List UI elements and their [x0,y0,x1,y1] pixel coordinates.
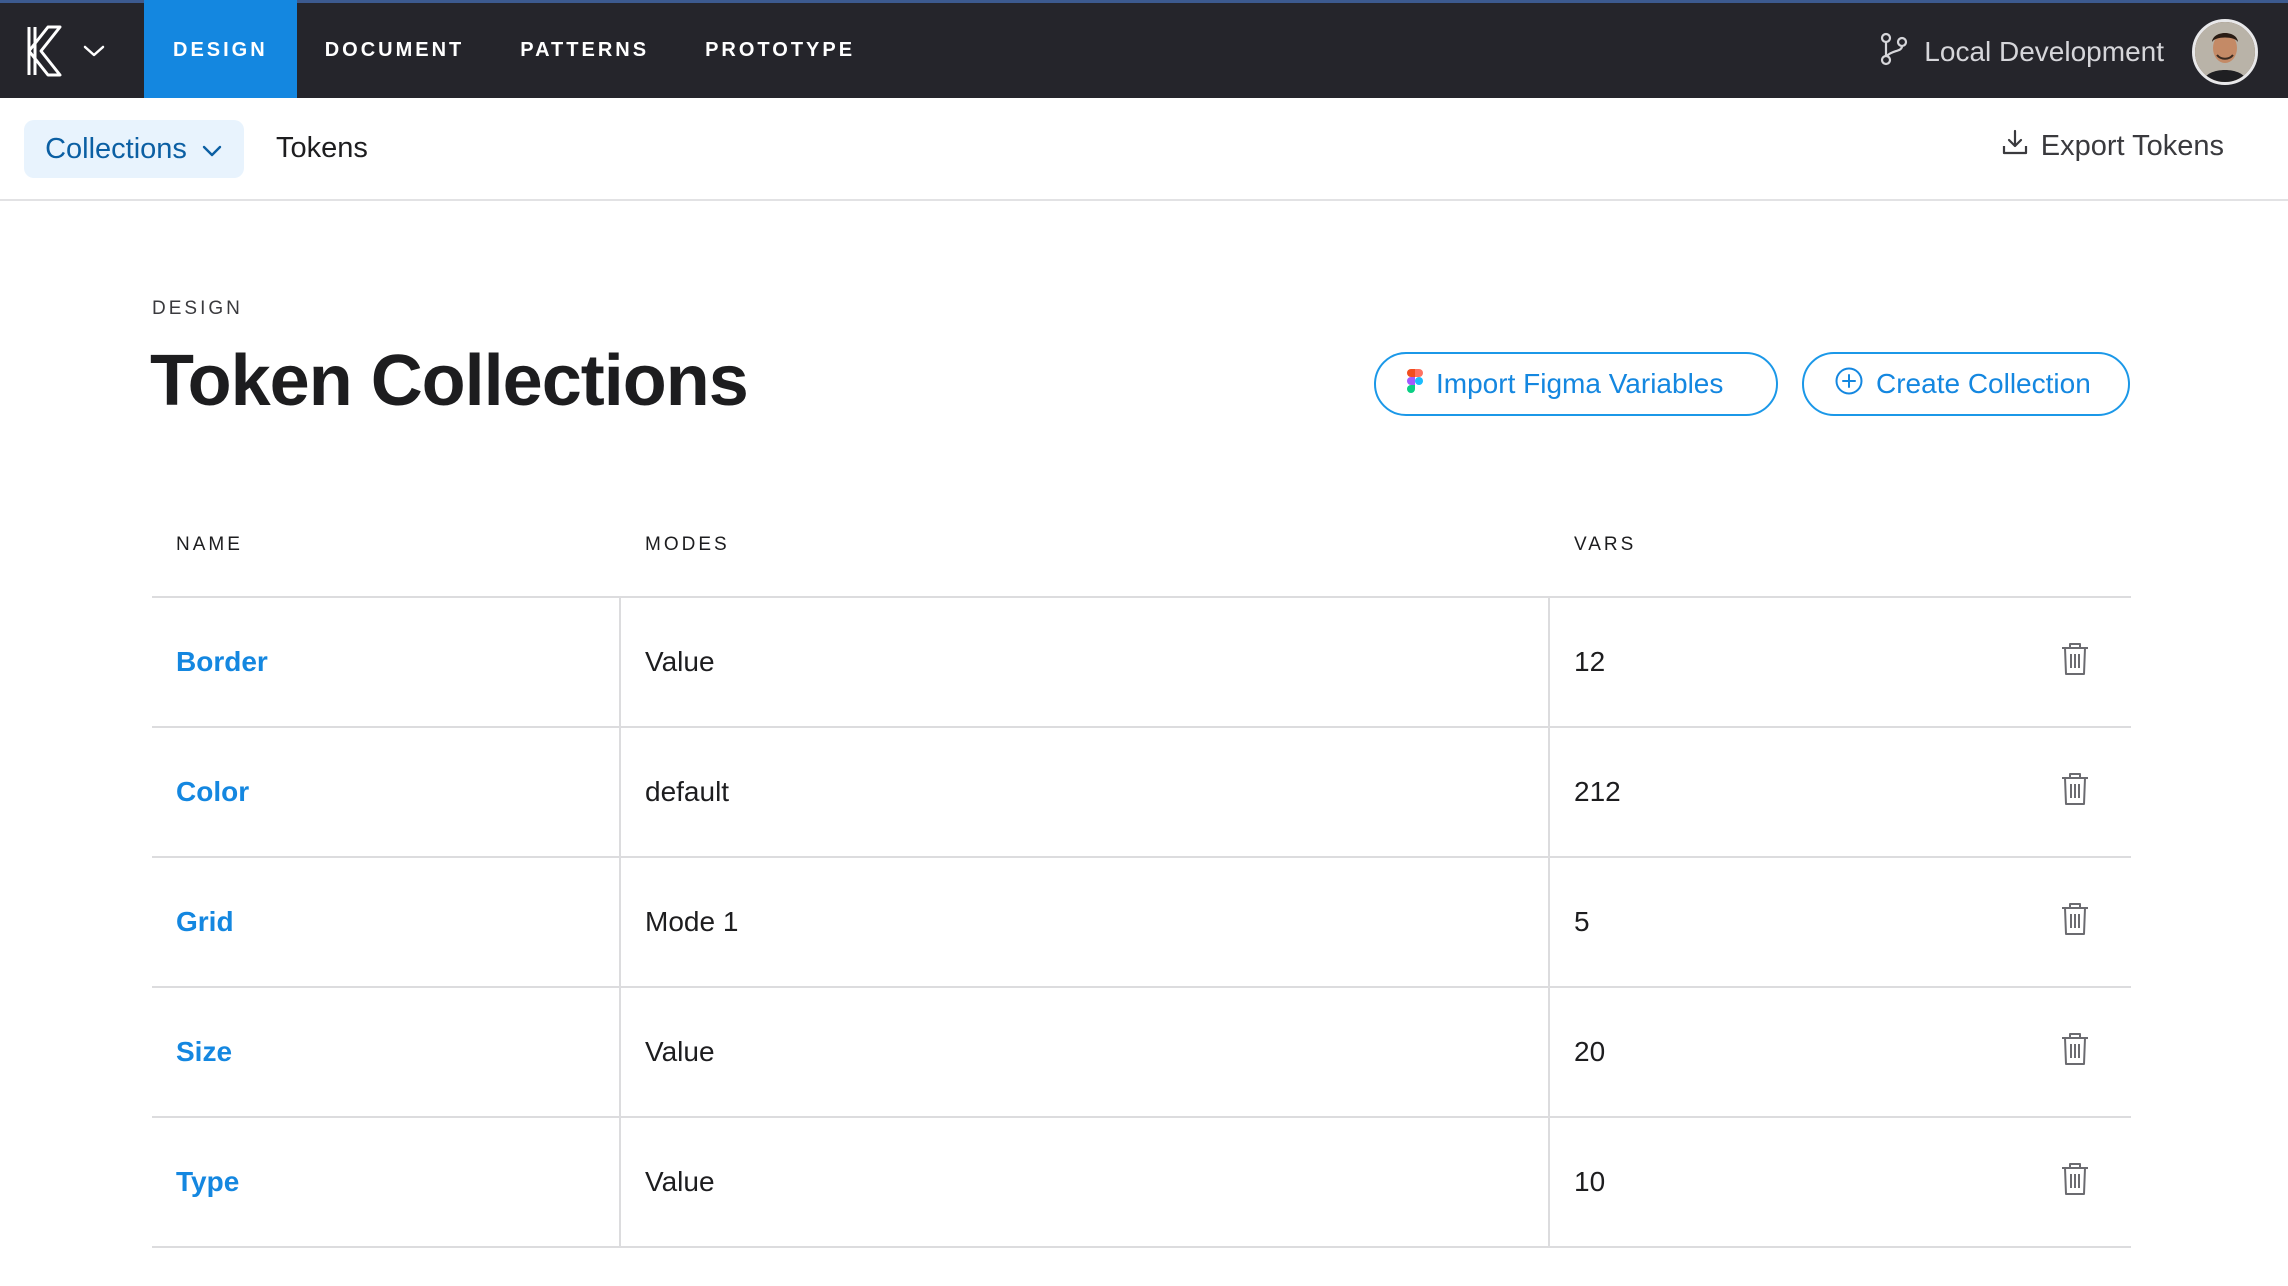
create-collection-button[interactable]: Create Collection [1802,352,2130,416]
collections-label: Collections [45,132,187,165]
tab-patterns[interactable]: PATTERNS [492,0,677,101]
trash-icon [2059,771,2091,814]
create-collection-label: Create Collection [1876,368,2091,399]
collection-modes: Value [621,1118,1550,1246]
collection-name-link[interactable]: Size [152,988,621,1116]
branch-icon [1878,32,1910,73]
app-switcher[interactable] [26,19,106,83]
top-navigation-bar: DESIGN DOCUMENT PATTERNS PROTOTYPE Local… [0,0,2288,101]
collection-modes: Value [621,988,1550,1116]
import-figma-variables-label: Import Figma Variables [1436,368,1724,399]
plus-circle-icon [1834,366,1864,403]
collection-modes: Value [621,598,1550,726]
chevron-down-icon [201,133,223,166]
delete-button[interactable] [2040,858,2110,986]
collection-name-link[interactable]: Grid [152,858,621,986]
table-row: Type Value 10 [152,1118,2131,1248]
main-nav: DESIGN DOCUMENT PATTERNS PROTOTYPE [144,0,883,101]
tab-design[interactable]: DESIGN [144,0,297,101]
table-row: Size Value 20 [152,988,2131,1118]
collections-dropdown[interactable]: Collections [24,120,244,178]
column-header-modes[interactable]: MODES [645,534,730,556]
import-figma-variables-button[interactable]: Import Figma Variables [1374,352,1778,416]
collection-vars-count: 5 [1574,906,1590,937]
tokens-link[interactable]: Tokens [276,132,368,165]
tab-document[interactable]: DOCUMENT [297,0,493,101]
column-header-name[interactable]: NAME [176,534,243,556]
collection-name-link[interactable]: Border [152,598,621,726]
trash-icon [2059,641,2091,684]
collection-vars-count: 212 [1574,776,1621,807]
collection-vars-count: 20 [1574,1036,1606,1067]
figma-icon [1406,368,1424,401]
page-title: Token Collections [150,341,749,421]
tab-prototype[interactable]: PROTOTYPE [677,0,883,101]
avatar-photo [2195,22,2255,82]
collections-table: NAME MODES VARS Border Value 12 Color de… [152,510,2131,1248]
collection-name-link[interactable]: Type [152,1118,621,1246]
collection-vars-count: 12 [1574,646,1606,677]
download-icon [2001,128,2029,164]
table-row: Grid Mode 1 5 [152,858,2131,988]
environment-selector[interactable]: Local Development [1878,29,2164,75]
trash-icon [2059,1161,2091,1204]
delete-button[interactable] [2040,988,2110,1116]
table-header: NAME MODES VARS [152,510,2131,598]
environment-label: Local Development [1924,36,2164,67]
section-eyebrow: DESIGN [152,298,243,319]
export-tokens-label: Export Tokens [2040,129,2224,162]
user-avatar[interactable] [2192,19,2258,85]
collection-modes: default [621,728,1550,856]
delete-button[interactable] [2040,598,2110,726]
collection-vars-count: 10 [1574,1166,1606,1197]
table-row: Border Value 12 [152,598,2131,728]
chevron-down-icon [82,43,106,59]
sub-navigation-bar: Collections Tokens Export Tokens [0,98,2288,201]
table-row: Color default 212 [152,728,2131,858]
export-tokens-button[interactable]: Export Tokens [2001,128,2224,164]
delete-button[interactable] [2040,728,2110,856]
collection-modes: Mode 1 [621,858,1550,986]
column-header-vars[interactable]: VARS [1574,534,1636,556]
trash-icon [2059,901,2091,944]
k-logo-icon [26,23,68,79]
collection-name-link[interactable]: Color [152,728,621,856]
delete-button[interactable] [2040,1118,2110,1246]
trash-icon [2059,1031,2091,1074]
